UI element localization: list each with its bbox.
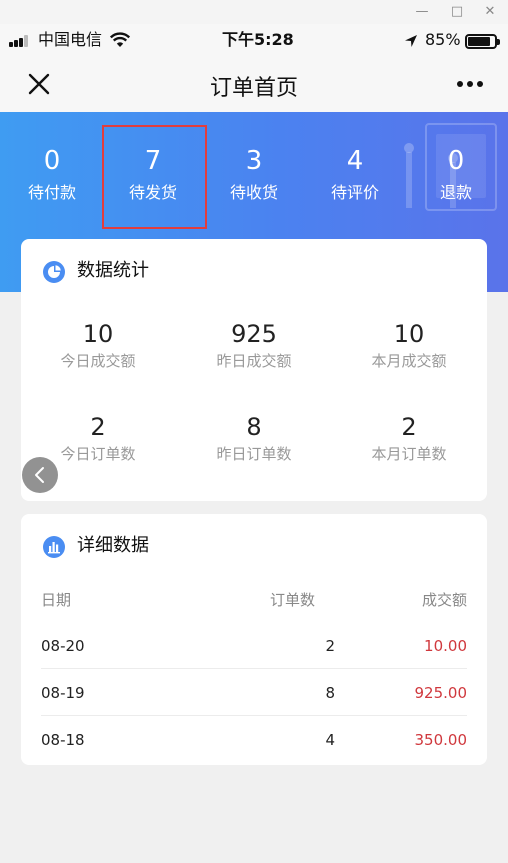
metric-value: 10	[82, 320, 114, 348]
status-bar: 中国电信 下午5:28 85%	[0, 24, 508, 56]
metric-label: 今日成交额	[60, 352, 136, 370]
battery-percent: 85%	[425, 30, 461, 49]
signal-icon	[9, 35, 33, 47]
page-title: 订单首页	[209, 76, 298, 101]
row-amount: 925.00	[414, 684, 468, 702]
clock: 下午5:28	[222, 30, 294, 49]
metric-yesterday-sales: 925 昨日成交额	[179, 319, 329, 371]
row-amount: 350.00	[414, 731, 468, 749]
row-orders: 4	[325, 731, 335, 749]
column-header-orders: 订单数	[269, 591, 315, 609]
metric-yesterday-orders: 8 昨日订单数	[179, 412, 329, 464]
wifi-icon	[110, 32, 130, 47]
row-date: 08-18	[41, 731, 85, 749]
window-close-icon[interactable]: ✕	[480, 2, 500, 22]
metric-value: 10	[393, 320, 425, 348]
metric-month-orders: 2 本月订单数	[334, 412, 484, 464]
table-row: 08-19 8 925.00	[41, 669, 467, 716]
highlight-box	[102, 125, 207, 229]
navigation-bar: 订单首页	[0, 56, 508, 112]
metric-value: 2	[90, 413, 106, 441]
pie-chart-icon	[43, 261, 65, 283]
column-header-date: 日期	[41, 591, 72, 609]
row-amount: 10.00	[424, 637, 467, 655]
battery-icon	[465, 34, 500, 49]
summary-refund[interactable]: 0 退款	[406, 146, 506, 204]
metric-value: 8	[246, 413, 262, 441]
summary-value: 4	[346, 146, 364, 176]
summary-label: 退款	[439, 183, 472, 202]
carrier-name: 中国电信	[38, 30, 103, 49]
table-row: 08-20 2 10.00	[41, 622, 467, 669]
battery-level	[468, 37, 491, 46]
location-arrow-icon	[405, 35, 417, 47]
row-orders: 2	[325, 637, 335, 655]
window-title-bar: — □ ✕	[0, 0, 508, 24]
row-orders: 8	[325, 684, 335, 702]
stats-card: 数据统计 10 今日成交额 925 昨日成交额 10 本月成交额 2 今日订单数…	[21, 239, 487, 501]
summary-label: 待收货	[229, 183, 278, 202]
summary-pending-receipt[interactable]: 3 待收货	[204, 146, 304, 204]
detail-card: 详细数据 日期 订单数 成交额 08-20 2 10.00 08-19 8 92…	[21, 514, 487, 765]
metric-label: 本月订单数	[371, 445, 447, 463]
bar-chart-icon	[43, 536, 65, 558]
stats-card-title: 数据统计	[77, 260, 149, 281]
summary-value: 3	[245, 146, 263, 176]
more-icon[interactable]	[452, 72, 488, 96]
metric-value: 2	[401, 413, 417, 441]
summary-pending-review[interactable]: 4 待评价	[305, 146, 405, 204]
table-row: 08-18 4 350.00	[41, 716, 467, 763]
minimize-icon[interactable]: —	[412, 2, 432, 22]
chevron-left-icon	[35, 467, 44, 483]
metric-month-sales: 10 本月成交额	[334, 319, 484, 371]
back-button[interactable]	[22, 457, 58, 493]
row-date: 08-20	[41, 637, 85, 655]
row-date: 08-19	[41, 684, 85, 702]
summary-value: 0	[447, 146, 465, 176]
summary-value: 0	[43, 146, 61, 176]
detail-card-title: 详细数据	[77, 535, 149, 556]
column-header-amount: 成交额	[421, 591, 467, 609]
metric-label: 昨日订单数	[216, 445, 292, 463]
summary-label: 待付款	[27, 183, 76, 202]
metric-label: 本月成交额	[371, 352, 447, 370]
maximize-icon[interactable]: □	[447, 2, 467, 22]
summary-pending-payment[interactable]: 0 待付款	[2, 146, 102, 204]
metric-label: 昨日成交额	[216, 352, 292, 370]
summary-label: 待评价	[330, 183, 379, 202]
metric-value: 925	[231, 320, 277, 348]
metric-today-sales: 10 今日成交额	[23, 319, 173, 371]
